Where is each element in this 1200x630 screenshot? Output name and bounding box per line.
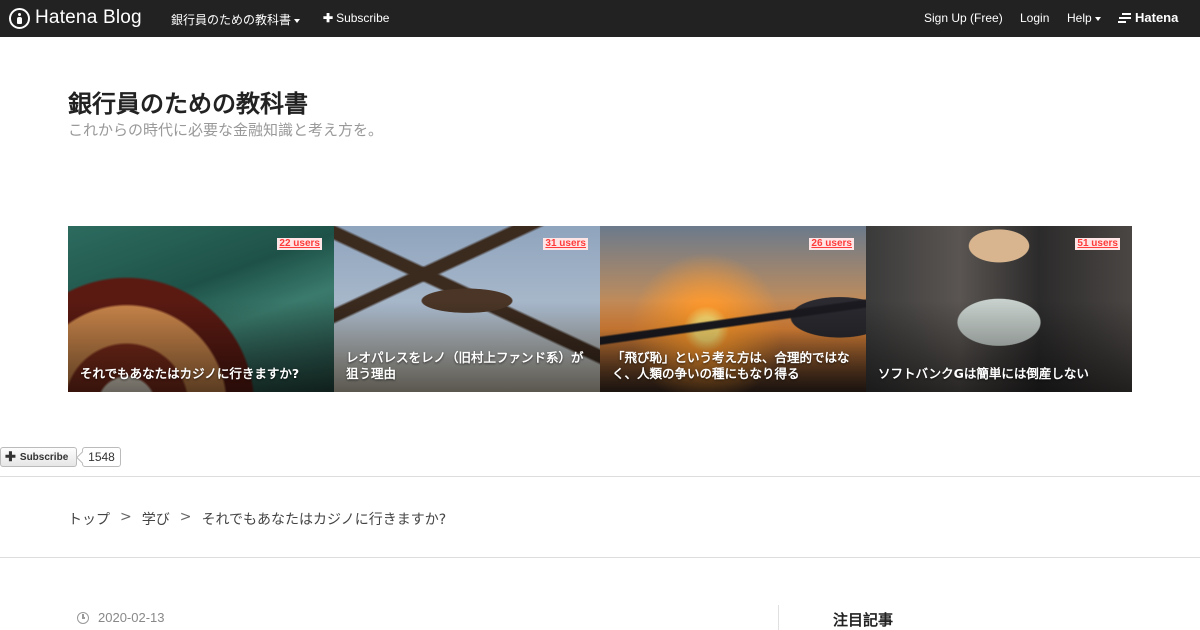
help-dropdown[interactable]: Help — [1067, 11, 1101, 25]
signup-link[interactable]: Sign Up (Free) — [924, 11, 1003, 25]
breadcrumb-separator: > — [179, 509, 192, 525]
featured-card[interactable]: 26 users 「飛び恥」という考え方は、合理的ではなく、人類の争いの種にもな… — [600, 226, 866, 392]
help-label: Help — [1067, 11, 1092, 25]
breadcrumb: トップ > 学び > それでもあなたはカジノに行きますか? — [68, 509, 446, 529]
global-header: Hatena Blog 銀行員のための教科書 ✚ Subscribe Sign U… — [0, 0, 1200, 37]
featured-articles: 22 users それでもあなたはカジノに行きますか? 31 users レオパ… — [68, 226, 1133, 392]
blog-menu-label: 銀行員のための教科書 — [171, 13, 292, 27]
entry-date[interactable]: 2020-02-13 — [77, 610, 165, 625]
hatena-brand-icon — [1118, 12, 1132, 24]
hatena-brand-link[interactable]: Hatena — [1118, 10, 1178, 25]
bookmark-users-badge[interactable]: 51 users — [1075, 238, 1120, 250]
plus-icon: ✚ — [323, 11, 334, 25]
hatena-blog-logo-icon — [9, 7, 30, 29]
featured-card[interactable]: 51 users ソフトバンクGは簡単には倒産しない — [866, 226, 1132, 392]
sidebar-heading: 注目記事 — [833, 611, 894, 629]
hatena-blog-logo[interactable]: Hatena Blog — [9, 7, 142, 29]
subscribe-button-label: Subscribe — [19, 451, 69, 463]
subscriber-count: 1548 — [82, 447, 121, 467]
blog-description: これからの時代に必要な金融知識と考え方を。 — [68, 121, 384, 139]
hatena-brand-text: Hatena — [1135, 10, 1179, 25]
blog-title[interactable]: 銀行員のための教科書 — [68, 84, 308, 119]
caret-down-icon — [1094, 16, 1101, 21]
breadcrumb-separator: > — [120, 509, 132, 525]
card-title: それでもあなたはカジノに行きますか? — [80, 366, 300, 381]
card-title: ソフトバンクGは簡単には倒産しない — [878, 366, 1089, 381]
card-title: レオパレスをレノ（旧村上ファンド系）が狙う理由 — [346, 350, 584, 381]
logo-text: Hatena Blog — [35, 7, 142, 28]
entry-date-text: 2020-02-13 — [98, 610, 165, 625]
subscribe-button[interactable]: ✚ Subscribe — [0, 447, 77, 467]
sidebar-divider — [778, 605, 779, 630]
caret-down-icon — [294, 18, 301, 23]
breadcrumb-item-top[interactable]: トップ — [68, 509, 110, 529]
breadcrumb-item-category[interactable]: 学び — [142, 509, 170, 529]
divider — [0, 557, 1200, 558]
featured-card[interactable]: 22 users それでもあなたはカジノに行きますか? — [68, 226, 334, 392]
divider — [0, 476, 1200, 477]
blog-menu-dropdown[interactable]: 銀行員のための教科書 — [171, 11, 301, 28]
featured-card[interactable]: 31 users レオパレスをレノ（旧村上ファンド系）が狙う理由 — [334, 226, 600, 392]
card-title: 「飛び恥」という考え方は、合理的ではなく、人類の争いの種にもなり得る — [612, 350, 850, 381]
clock-icon — [77, 611, 89, 624]
bookmark-users-badge[interactable]: 31 users — [543, 238, 588, 250]
bookmark-users-badge[interactable]: 22 users — [277, 238, 322, 250]
subscribe-link[interactable]: ✚ Subscribe — [323, 11, 389, 25]
login-link[interactable]: Login — [1020, 11, 1049, 25]
subscribe-label: Subscribe — [336, 11, 390, 25]
plus-icon: ✚ — [5, 449, 16, 464]
bookmark-users-badge[interactable]: 26 users — [809, 238, 854, 250]
breadcrumb-item-current: それでもあなたはカジノに行きますか? — [201, 512, 447, 528]
